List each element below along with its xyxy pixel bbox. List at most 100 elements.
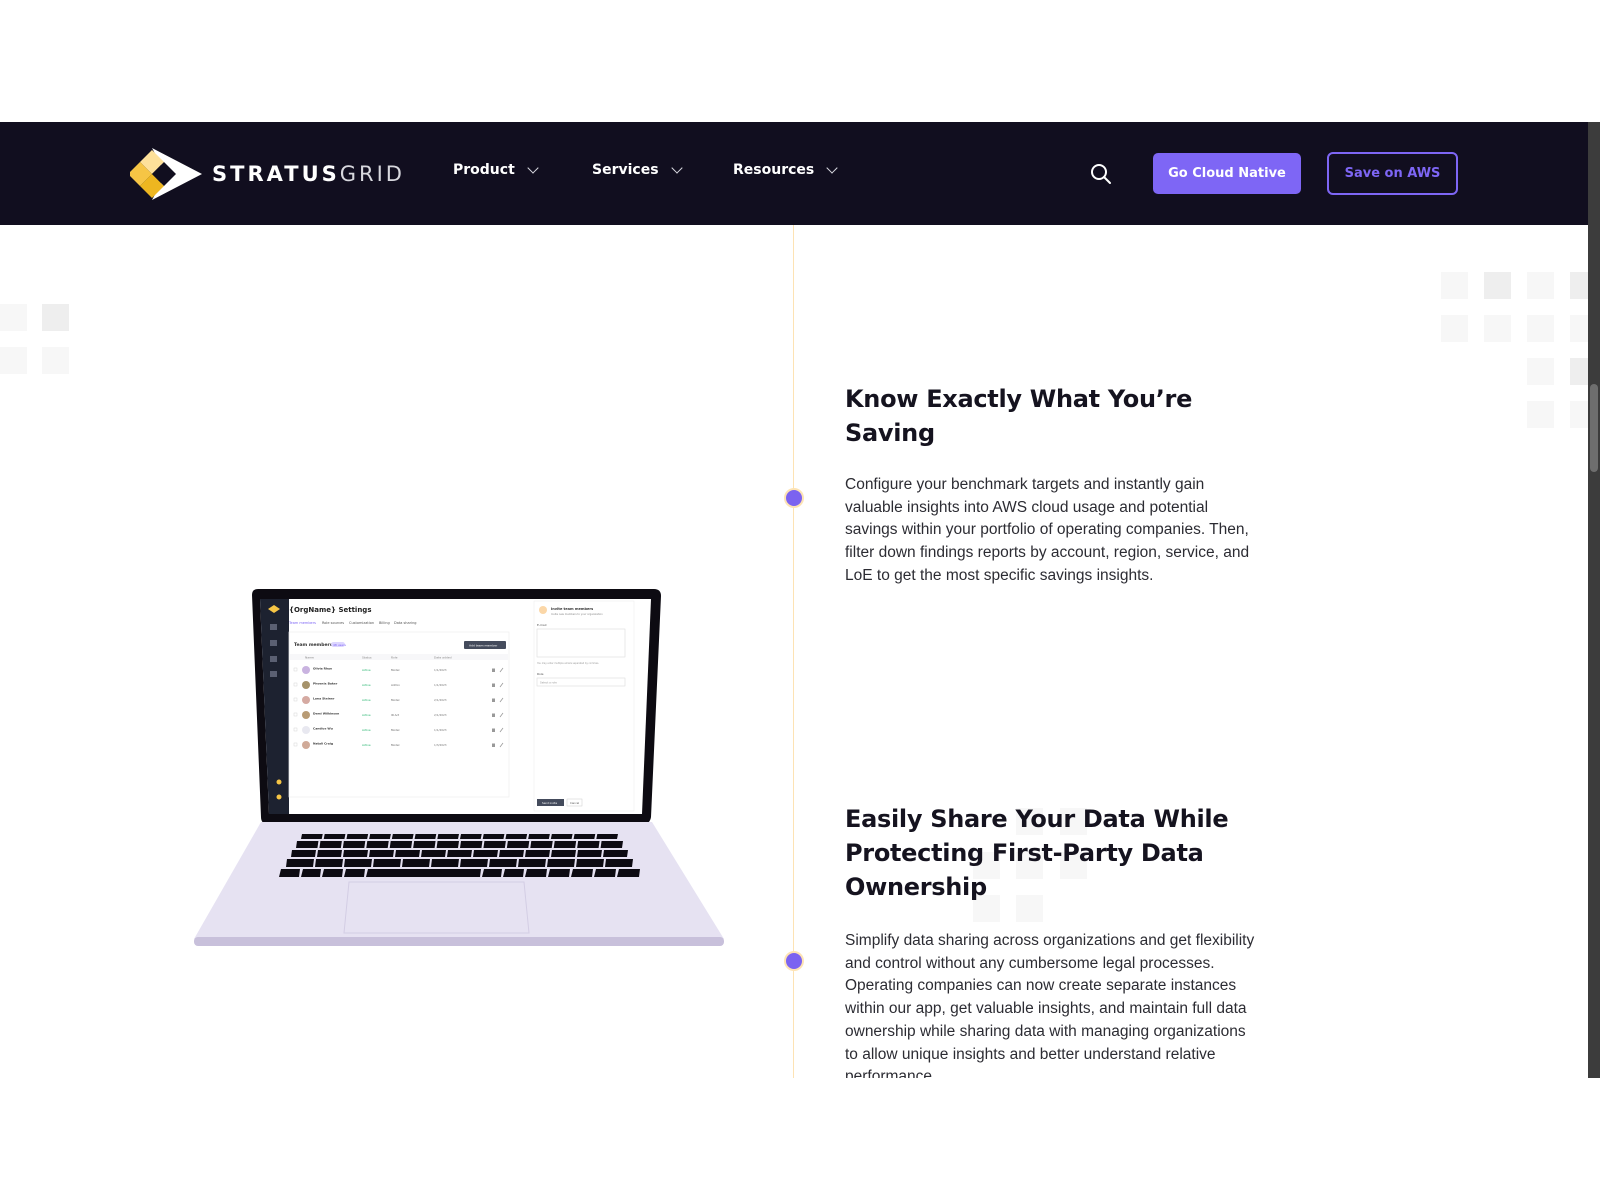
keyboard-key [447,850,472,857]
decor-square [1527,272,1554,299]
nav-product[interactable]: Product [453,162,539,178]
brand-name: STRATUSGRID [212,162,405,186]
keyboard-key [573,834,596,839]
search-button[interactable] [1089,162,1113,186]
decor-square [1570,358,1588,385]
page-viewport: STRATUSGRID Product Services Resources G… [0,122,1588,1078]
keyboard-key [617,869,640,877]
keyboard-key [530,841,553,848]
scrollbar-thumb[interactable] [1590,384,1598,472]
feature-body: Simplify data sharing across organizatio… [845,932,1255,1078]
keyboard-key [460,859,488,867]
screen-avatar [302,681,310,689]
screen-date: 1/1/2023 [434,683,447,687]
laptop-illustration: {OrgName} Settings Team members Role sou… [194,472,724,962]
keyboard-key [525,869,547,877]
keyboard-key [319,841,342,848]
keyboard-key [343,850,368,857]
screen-tab: Billing [379,621,390,625]
panel-hint: You may enter multiple emails separated … [537,662,599,665]
feature-title: Know Exactly What You’re Saving [845,385,1193,447]
screen-role: IR Act [391,713,400,717]
screen-avatar [302,711,310,719]
keyboard-key [346,834,369,839]
scrollbar[interactable] [1588,122,1600,1078]
screen-name: Demi Wilkinson [313,712,339,716]
keyboard-key [576,859,604,867]
screen-role: Admin [391,683,400,687]
keyboard-key [525,850,550,857]
keyboard-key [518,859,546,867]
keyboard-key [577,841,600,848]
nav-services-label: Services [592,162,659,178]
stratusgrid-logo-icon [130,148,202,200]
keyboard-key [279,869,300,877]
trash-icon [492,668,495,672]
keyboard-key [489,859,517,867]
feature-block: Know Exactly What You’re Saving Configur… [845,382,1255,588]
keyboard-key [605,859,633,867]
timeline-dot [784,951,804,971]
screen-avatar [302,696,310,704]
screen-status: Active [362,713,371,717]
decor-square [1570,315,1588,342]
screen-role: Model [391,698,400,702]
decor-square [42,347,69,374]
screen-date: 1/3/2023 [434,743,447,747]
keyboard-key [291,850,316,857]
nav-resources[interactable]: Resources [733,162,838,178]
screen-role: Model [391,743,400,747]
keyboard-key [369,850,394,857]
keyboard-key [571,869,593,877]
keyboard-key [301,869,321,877]
screen-col: Status [362,656,372,660]
screen-name: Natali Craig [313,742,333,746]
keyboard-key [505,834,528,839]
screen-tab: Role sources [322,621,344,625]
decor-square [1570,401,1588,428]
top-navbar: STRATUSGRID Product Services Resources G… [0,122,1588,225]
keyboard-key [373,859,401,867]
panel-email-label: E-mail [537,623,547,627]
keyboard-key [551,850,576,857]
decor-square [1484,272,1511,299]
keyboard-key [506,841,530,848]
chevron-down-icon [826,162,838,174]
chevron-down-icon [670,162,683,174]
screen-add-button: Add team member [469,644,498,648]
keyboard-key [483,841,506,848]
keyboard-key [482,834,505,839]
keyboard-key [342,841,366,848]
screen-avatar [302,666,310,674]
brand-logo[interactable]: STRATUSGRID [130,148,405,200]
save-on-aws-button[interactable]: Save on AWS [1327,152,1458,195]
keyboard-key [528,834,550,839]
screen-col: Name [305,656,314,660]
brand-name-light: GRID [339,162,405,186]
timeline-dot [784,488,804,508]
decor-square [1484,315,1511,342]
keyboard-key [315,859,343,867]
keyboard-key [547,859,575,867]
keyboard-key [460,841,483,848]
keyboard-key [460,834,482,839]
keyboard-key [553,841,577,848]
trash-icon [492,743,495,747]
screen-col: Role [391,656,398,660]
panel-send-button: Send invite [542,801,557,805]
panel-cancel-button: Cancel [570,801,579,805]
nav-services[interactable]: Services [592,162,683,178]
trash-icon [492,713,495,717]
screen-status: Active [362,683,371,687]
keyboard-key [344,859,372,867]
decor-square [0,347,27,374]
keyboard-key [317,850,342,857]
chevron-down-icon [527,162,539,174]
keyboard-key [594,869,616,877]
feature-block: Easily Share Your Data While Protecting … [845,802,1255,1078]
screen-role: Model [391,668,400,672]
keyboard-key [322,869,343,877]
keyboard-key [391,834,414,839]
brand-name-bold: STRATUS [212,162,340,186]
go-cloud-native-button[interactable]: Go Cloud Native [1153,153,1301,194]
